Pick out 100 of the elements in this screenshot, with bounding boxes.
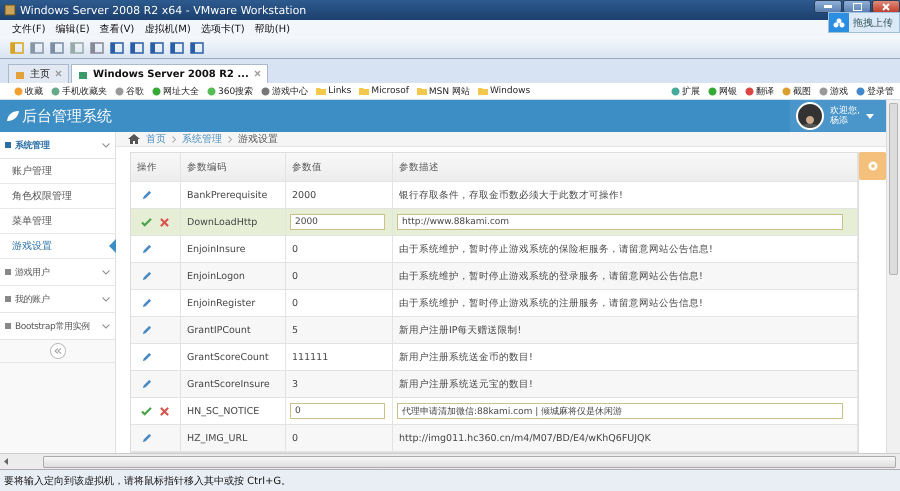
description-input[interactable]: http://www.88kami.com [397,214,843,230]
table-cell: 2000 [292,190,316,200]
menu-item[interactable]: 文件(F) [12,22,46,36]
pencil-icon [141,378,152,390]
close-icon[interactable] [254,70,261,76]
bookmark-link[interactable]: Microsof [359,86,409,96]
sidebar-group[interactable]: Bootstrap常用实例 [0,313,115,340]
sidebar-item[interactable]: 账户管理 [0,159,115,184]
edit-button[interactable] [141,244,152,254]
maximize-button[interactable] [843,0,871,13]
bookmark-icon [51,86,60,96]
table-cell: 由于系统维护，暂时停止游戏系统的保险柜服务，请留意网站公告信息! [399,242,713,256]
bookmark-icon [745,86,754,96]
folder-icon [359,87,370,95]
cloud-icon [833,18,845,28]
close-button[interactable] [872,0,900,13]
cancel-button[interactable] [160,218,169,226]
sidebar-group[interactable]: 我的账户 [0,286,115,313]
bookmark-link[interactable]: 手机收藏夹 [51,84,107,98]
menu-item[interactable]: 选项卡(T) [200,22,245,36]
bookmark-icon [152,86,161,96]
check-icon [141,406,152,416]
folder-icon [478,87,488,95]
toolbar-link[interactable]: 登录管 [856,84,894,98]
menu-item[interactable]: 帮助(H) [254,22,290,36]
collapse-button[interactable] [50,343,66,359]
folder-icon [416,87,427,95]
description-input[interactable]: 代理申请清加微信:88kami.com | 倾城麻将仅是休闲游 [397,403,843,419]
table-cell: DownLoadHttp [187,216,258,228]
table-cell: 新用户注册系统送元宝的数目! [399,378,533,390]
tab[interactable]: 主页 [8,64,69,83]
value-input[interactable]: 0 [290,403,385,419]
chevron-right-icon [228,136,232,142]
sidebar-group[interactable]: 游戏用户 [0,259,115,286]
sidebar-group[interactable]: 系统管理 [0,132,115,159]
chevron-down-icon [102,324,110,328]
column-header: 参数值 [286,153,393,181]
menu-item[interactable]: 虚拟机(M) [144,22,191,36]
menu-item[interactable]: 编辑(E) [56,22,90,36]
table-cell: HZ_IMG_URL [187,432,248,444]
save-button[interactable] [141,218,152,226]
edit-button[interactable] [141,324,152,336]
bookmark-icon [671,86,680,96]
edit-button[interactable] [141,378,152,390]
bookmark-link[interactable]: 收藏 [14,84,43,98]
menu-square-icon [5,323,11,329]
menu-item[interactable]: 查看(V) [100,22,134,36]
bookmark-link[interactable]: Windows [478,86,530,96]
toolbar-link[interactable]: 扩展 [671,84,700,98]
table-cell: 新用户注册IP每天赠送限制! [399,324,522,336]
leaf-icon [6,110,20,122]
chevron-down-icon [102,296,110,302]
chevron-down-icon [102,270,110,274]
edit-button[interactable] [141,432,152,444]
minimize-button[interactable] [814,0,842,13]
bookmark-icon [115,86,124,96]
chevron-down-icon [102,142,110,148]
toolbar-link[interactable]: 截图 [782,84,811,98]
bookmark-link[interactable]: 网址大全 [152,84,199,98]
value-input[interactable]: 2000 [290,214,385,230]
edit-button[interactable] [141,190,152,200]
cancel-button[interactable] [160,406,169,416]
bookmark-icon [14,86,23,96]
close-icon [160,218,169,226]
toolbar-link[interactable]: 网银 [708,84,737,98]
window-title: Windows Server 2008 R2 x64 - VMware Workstation [20,4,308,16]
edit-button[interactable] [141,352,152,362]
save-button[interactable] [141,406,152,416]
edit-button[interactable] [141,298,152,308]
bookmark-link[interactable]: 谷歌 [115,84,144,98]
caret-icon [866,114,874,118]
avatar [796,102,824,130]
sidebar-item[interactable]: 菜单管理 [0,209,115,234]
bookmark-link[interactable]: 360搜索 [207,84,254,98]
vertical-scrollbar[interactable] [886,100,900,453]
toolbar-link[interactable]: 翻译 [745,84,774,98]
maximize-icon [852,2,862,10]
table-cell: 3 [292,378,298,390]
pencil-icon [141,190,152,200]
tab[interactable]: Windows Server 2008 R2 ... [71,64,268,83]
upload-widget[interactable]: 拖拽上传 [828,12,900,33]
horizontal-scrollbar[interactable] [0,453,900,469]
edit-button[interactable] [141,270,152,282]
bookmark-link[interactable]: MSN 网站 [416,84,470,98]
toolbar-link[interactable]: 游戏 [819,84,848,98]
scroll-left-icon [4,458,9,465]
table-cell: 5 [292,324,298,336]
table-cell: 银行存取条件，存取金币数必须大于此数才可操作! [399,188,623,202]
table-cell: 111111 [292,352,328,362]
sidebar-item[interactable]: 游戏设置 [0,234,115,259]
bookmark-link[interactable]: 游戏中心 [261,84,308,98]
bookmark-link[interactable]: Links [316,86,352,96]
pencil-icon [141,270,152,282]
breadcrumb-link[interactable]: 游戏设置 [238,132,278,146]
app-logo: 后台管理系统 [22,106,112,126]
sidebar-item[interactable]: 角色权限管理 [0,184,115,209]
table-cell: 0 [292,432,298,444]
close-icon[interactable] [55,70,62,76]
table-cell: 新用户注册系统送金币的数目! [399,350,533,364]
column-header: 操作 [131,153,181,181]
